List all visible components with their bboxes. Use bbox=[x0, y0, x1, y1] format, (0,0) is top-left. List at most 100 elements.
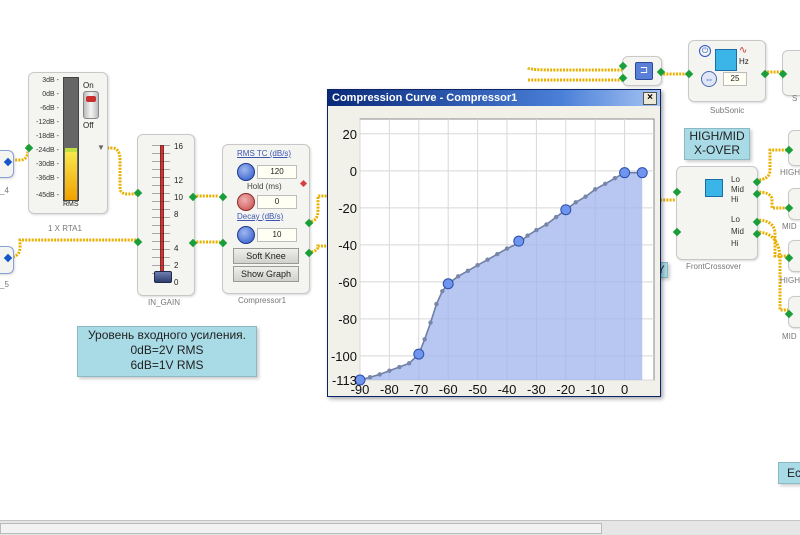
rta-block-label: 1 X RTA1 bbox=[48, 224, 82, 233]
right-block-mid2[interactable] bbox=[784, 296, 800, 328]
y-tick-label: -60 bbox=[338, 275, 357, 290]
right-partial-note-ec: Ec bbox=[778, 462, 800, 484]
right-block-mid[interactable] bbox=[784, 188, 800, 220]
x-tick-label: -20 bbox=[556, 382, 575, 396]
hold-knob[interactable] bbox=[237, 193, 255, 211]
curve-point bbox=[612, 176, 618, 181]
x-tick-label: -70 bbox=[409, 382, 428, 396]
output-pin[interactable] bbox=[3, 253, 13, 263]
y-tick-label: -20 bbox=[338, 201, 357, 216]
right-high-label: HIGH bbox=[780, 168, 800, 177]
rta-block[interactable]: 3dB - 0dB - -6dB - -12dB - -18dB - -24dB… bbox=[24, 72, 108, 214]
output-pin[interactable] bbox=[3, 157, 13, 167]
curve-point bbox=[553, 214, 559, 220]
compressor-side-indicator bbox=[299, 179, 308, 188]
subsonic-hz-label: Hz bbox=[739, 57, 749, 66]
note-line-3: 6dB=1V RMS bbox=[130, 358, 204, 372]
control-point bbox=[560, 204, 572, 216]
curve-point bbox=[495, 251, 500, 257]
in-gain-block-label: IN_GAIN bbox=[148, 298, 181, 307]
curve-point bbox=[534, 227, 539, 233]
window-title-bar[interactable]: Compression Curve - Compressor1 × bbox=[328, 90, 660, 106]
router-block[interactable]: ⊐ bbox=[618, 56, 666, 86]
rms-tc-knob[interactable] bbox=[237, 163, 255, 181]
rta-on-label: On bbox=[83, 81, 94, 90]
hold-value[interactable]: 0 bbox=[257, 195, 297, 209]
scrollbar-thumb[interactable] bbox=[0, 523, 602, 534]
filter-icon[interactable] bbox=[715, 49, 737, 71]
soft-knee-button[interactable]: Soft Knee bbox=[233, 248, 299, 264]
window-title: Compression Curve - Compressor1 bbox=[332, 92, 518, 104]
y-tick-label: -80 bbox=[338, 312, 357, 327]
decay-value[interactable]: 10 bbox=[257, 228, 297, 242]
compressor-block[interactable]: RMS TC (dB/s) 120 Hold (ms) 0 Decay (dB/… bbox=[218, 144, 314, 294]
curve-point bbox=[525, 233, 530, 238]
decay-knob[interactable] bbox=[237, 226, 255, 244]
subsonic-block[interactable]: ⏻ ∿ Hz ⇔ 25 bbox=[684, 40, 770, 102]
x-tick-label: -40 bbox=[498, 382, 517, 396]
curve-point bbox=[434, 301, 439, 307]
power-icon[interactable]: ⏻ bbox=[699, 45, 711, 57]
right-mid2-label: MID bbox=[782, 332, 797, 341]
input-block-4[interactable] bbox=[0, 150, 14, 178]
rta-rms-label: RMS bbox=[63, 201, 79, 208]
curve-point bbox=[593, 187, 598, 192]
curve-point bbox=[387, 368, 392, 373]
control-point bbox=[513, 235, 525, 247]
rta-dropdown-icon[interactable]: ▼ bbox=[97, 143, 105, 152]
input-block-5[interactable] bbox=[0, 246, 14, 274]
hold-label: Hold (ms) bbox=[247, 182, 282, 191]
compression-curve-window[interactable]: Compression Curve - Compressor1 × 20 0 -20… bbox=[327, 89, 661, 397]
note-line-1: Уровень входного усиления. bbox=[87, 328, 247, 342]
in-gain-slider-thumb[interactable] bbox=[154, 271, 172, 283]
right-block-high[interactable] bbox=[784, 130, 800, 166]
x-tick-label: 0 bbox=[621, 382, 628, 396]
close-button[interactable]: × bbox=[643, 92, 657, 105]
curve-point bbox=[397, 364, 402, 370]
input-gain-note: Уровень входного усиления. 0dB=2V RMS 6d… bbox=[77, 326, 257, 377]
right-block-high2[interactable] bbox=[784, 240, 800, 272]
note-line-2: 0dB=2V RMS bbox=[130, 343, 204, 357]
curve-point bbox=[573, 200, 578, 205]
x-tick-label: -30 bbox=[527, 382, 546, 396]
router-icon: ⊐ bbox=[635, 62, 653, 80]
input-block-5-label: _5 bbox=[0, 280, 9, 289]
y-tick-label: 20 bbox=[343, 127, 357, 142]
right-high2-label: HIGH bbox=[780, 276, 800, 285]
curve-point bbox=[602, 181, 608, 186]
curve-point bbox=[583, 194, 588, 199]
front-crossover-block[interactable]: Lo Mid Hi Lo Mid Hi bbox=[672, 166, 762, 260]
highmid-xover-label: HIGH/MID X-OVER bbox=[684, 128, 750, 160]
control-point bbox=[619, 167, 631, 179]
right-top-label: S bbox=[792, 94, 798, 103]
rms-tc-label: RMS TC (dB/s) bbox=[237, 149, 292, 158]
rta-switch[interactable] bbox=[83, 91, 99, 119]
curve-point bbox=[440, 288, 445, 294]
control-point bbox=[413, 348, 425, 360]
compression-chart: 200-20-40-60-80-100-113-90 -80 -70 -60 -50 -4… bbox=[331, 118, 655, 396]
rms-tc-value[interactable]: 120 bbox=[257, 165, 297, 179]
y-tick-label: -40 bbox=[338, 238, 357, 253]
show-graph-button[interactable]: Show Graph bbox=[233, 266, 299, 282]
horizontal-scrollbar[interactable] bbox=[0, 520, 800, 535]
input-block-4-label: _4 bbox=[0, 186, 9, 195]
curve-point bbox=[377, 372, 382, 377]
link-icon[interactable]: ⇔ bbox=[701, 71, 717, 87]
right-block-top[interactable] bbox=[778, 50, 800, 96]
rta-meter bbox=[63, 77, 79, 201]
x-tick-label: -60 bbox=[439, 382, 458, 396]
curve-point bbox=[465, 268, 471, 273]
curve-point bbox=[504, 246, 510, 251]
control-point bbox=[636, 167, 648, 179]
curve-point bbox=[422, 337, 427, 342]
right-mid-label: MID bbox=[782, 222, 797, 231]
y-tick-label: -100 bbox=[331, 349, 357, 364]
curve-point bbox=[367, 375, 373, 380]
in-gain-block[interactable]: 16 12 10 8 4 2 0 bbox=[133, 134, 198, 296]
subsonic-value[interactable]: 25 bbox=[723, 72, 747, 86]
curve-point bbox=[544, 222, 549, 227]
curve-point bbox=[485, 257, 490, 262]
in-gain-ticks bbox=[152, 145, 170, 281]
curve-point bbox=[475, 263, 480, 268]
crossover-icon bbox=[705, 179, 723, 197]
